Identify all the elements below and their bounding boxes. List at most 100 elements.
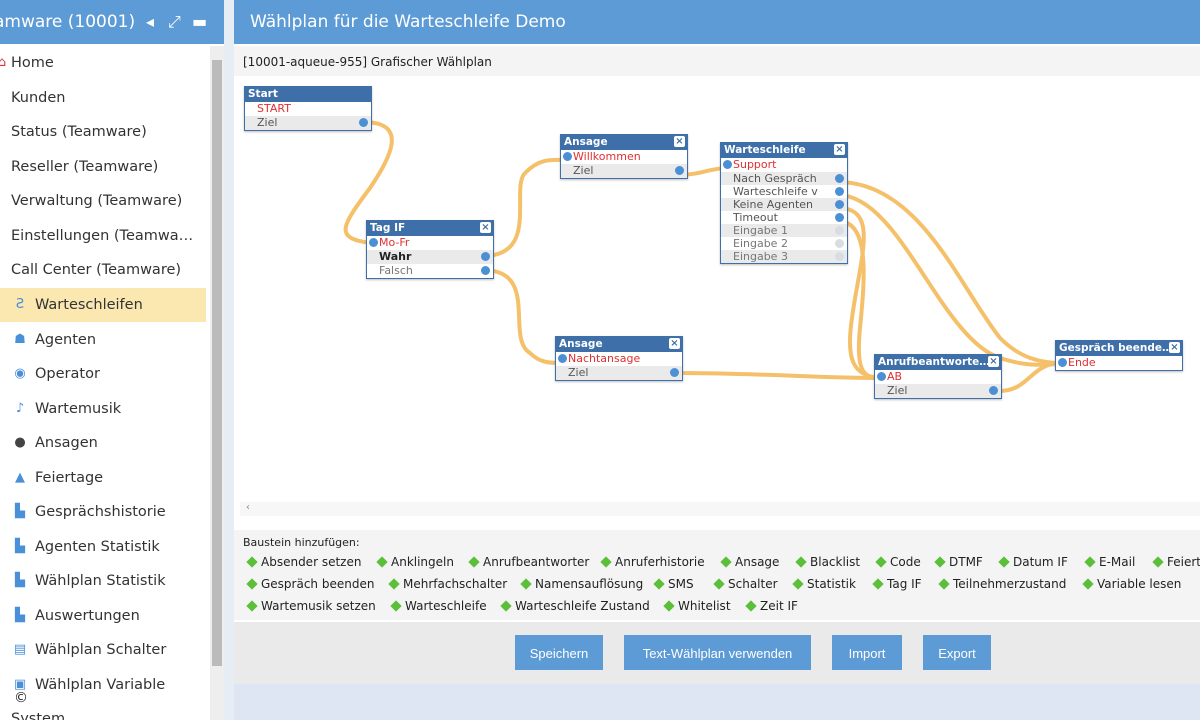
output-port[interactable] (989, 386, 998, 395)
output-port[interactable] (835, 226, 844, 235)
sidebar-item-agenten-statistik[interactable]: ▙ Agenten Statistik (0, 530, 206, 564)
use-text-plan-button[interactable]: Text-Wählplan verwenden (624, 635, 811, 670)
input-port[interactable] (723, 160, 732, 169)
palette-item[interactable]: Anrufbeantworter (468, 554, 589, 570)
close-icon[interactable]: × (988, 356, 999, 367)
sidebar-item-ansagen[interactable]: ● Ansagen (0, 426, 206, 460)
palette-item[interactable]: Statistik (792, 576, 856, 592)
sidebar-item-auswertungen[interactable]: ▙ Auswertungen (0, 599, 206, 633)
sidebar-item-operator[interactable]: ◉ Operator (0, 357, 206, 391)
palette-item[interactable]: Gespräch beenden (246, 576, 374, 592)
palette-item[interactable]: Absender setzen (246, 554, 361, 570)
import-button[interactable]: Import (832, 635, 902, 670)
canvas-horizontal-scrollbar[interactable]: ‹ (240, 502, 1200, 516)
output-port[interactable] (481, 252, 490, 261)
close-icon[interactable]: × (1169, 342, 1180, 353)
node-anrufbeantworter[interactable]: Anrufbeantworte… × AB Ziel (874, 354, 1002, 399)
output-port[interactable] (481, 266, 490, 275)
sidebar-item-einstellungen[interactable]: Einstellungen (Teamwa… (0, 219, 206, 253)
node-start-input: START (257, 102, 291, 115)
palette-item[interactable]: SMS (653, 576, 694, 592)
sidebar-title: amware (10001) (0, 12, 136, 32)
palette-item[interactable]: Wartemusik setzen (246, 598, 376, 614)
sidebar-item-system[interactable]: System (0, 702, 206, 720)
close-icon[interactable]: × (834, 144, 845, 155)
node-ansage-willkommen[interactable]: Ansage × Willkommen Ziel (560, 134, 688, 179)
palette-item[interactable]: Code (875, 554, 921, 570)
palette-item[interactable]: Variable lesen (1082, 576, 1181, 592)
node-tagif-wahr: Wahr (379, 250, 412, 263)
dialplan-canvas[interactable]: Start START Ziel Tag IF × Mo-Fr Wahr Fals… (240, 78, 1200, 518)
sidebar-item-warteschleifen[interactable]: Ƨ Warteschleifen (0, 288, 206, 322)
palette-item[interactable]: DTMF (934, 554, 983, 570)
output-port[interactable] (675, 166, 684, 175)
node-tag-if[interactable]: Tag IF × Mo-Fr Wahr Falsch (366, 220, 494, 279)
palette-item[interactable]: Warteschleife Zustand (500, 598, 650, 614)
output-port[interactable] (670, 368, 679, 377)
palette-item[interactable]: Datum IF (998, 554, 1068, 570)
save-button[interactable]: Speichern (515, 635, 603, 670)
add-block-icon (792, 578, 804, 590)
switch-icon: ▤ (13, 642, 27, 657)
sidebar: amware (10001) ◂ ⤢ ▬ ⌂ Home Kunden Status… (0, 0, 224, 720)
sidebar-item-wartemusik[interactable]: ♪ Wartemusik (0, 392, 206, 426)
output-port[interactable] (835, 174, 844, 183)
sidebar-item-callcenter[interactable]: Call Center (Teamware) (0, 253, 206, 287)
expand-icon[interactable]: ⤢ (168, 0, 181, 44)
palette-item[interactable]: Warteschleife (390, 598, 487, 614)
palette-item[interactable]: Mehrfachschalter (388, 576, 507, 592)
palette-item[interactable]: Anruferhistorie (600, 554, 705, 570)
output-eingabe-2: Eingabe 2 (733, 237, 788, 250)
palette-item[interactable]: Whitelist (663, 598, 731, 614)
node-start[interactable]: Start START Ziel (244, 86, 372, 131)
close-icon[interactable]: × (480, 222, 491, 233)
sidebar-item-feiertage[interactable]: ▲ Feiertage (0, 461, 206, 495)
node-start-output-label: Ziel (245, 116, 371, 130)
node-ansage-nachtansage[interactable]: Ansage × Nachtansage Ziel (555, 336, 683, 381)
palette-item[interactable]: Anklingeln (376, 554, 454, 570)
scroll-left-icon[interactable]: ‹ (246, 502, 250, 513)
sidebar-item-waehlplan-schalter[interactable]: ▤ Wählplan Schalter (0, 633, 206, 667)
output-port[interactable] (835, 200, 844, 209)
sidebar-item-status[interactable]: Status (Teamware) (0, 115, 206, 149)
close-icon[interactable]: × (674, 136, 685, 147)
collapse-left-icon[interactable]: ◂ (146, 0, 154, 44)
palette-item[interactable]: Feiert (1152, 554, 1200, 570)
sidebar-item-waehlplan-statistik[interactable]: ▙ Wählplan Statistik (0, 564, 206, 598)
sidebar-item-agenten[interactable]: ☗ Agenten (0, 323, 206, 357)
input-port[interactable] (369, 238, 378, 247)
sidebar-divider[interactable] (224, 0, 234, 720)
node-tagif-title: Tag IF (370, 222, 406, 234)
sidebar-item-waehlplan-variable[interactable]: ▣ Wählplan Variable (0, 668, 206, 702)
node-warteschleife[interactable]: Warteschleife × Support Nach Gespräch War… (720, 142, 848, 264)
palette-item[interactable]: Ansage (720, 554, 779, 570)
close-icon[interactable]: × (669, 338, 680, 349)
sidebar-item-reseller[interactable]: Reseller (Teamware) (0, 150, 206, 184)
palette-item[interactable]: E-Mail (1084, 554, 1135, 570)
output-port[interactable] (835, 213, 844, 222)
sidebar-item-home[interactable]: ⌂ Home (0, 46, 206, 80)
input-port[interactable] (563, 152, 572, 161)
output-port[interactable] (835, 239, 844, 248)
palette-item[interactable]: Teilnehmerzustand (938, 576, 1066, 592)
palette-item[interactable]: Blacklist (795, 554, 860, 570)
node-gespraech-beenden[interactable]: Gespräch beende… × Ende (1055, 340, 1183, 371)
palette-item[interactable]: Namensauflösung (520, 576, 643, 592)
sidebar-item-verwaltung[interactable]: Verwaltung (Teamware) (0, 184, 206, 218)
minimize-icon[interactable]: ▬ (192, 0, 207, 44)
input-port[interactable] (877, 372, 886, 381)
palette-item[interactable]: Tag IF (872, 576, 922, 592)
output-port[interactable] (359, 118, 368, 127)
output-port[interactable] (835, 187, 844, 196)
export-button[interactable]: Export (923, 635, 991, 670)
sidebar-scrollbar-thumb[interactable] (212, 60, 222, 666)
palette-item[interactable]: Zeit IF (745, 598, 798, 614)
connector-falsch-ansage (481, 268, 564, 365)
input-port[interactable] (1058, 358, 1067, 367)
sidebar-nav: ⌂ Home Kunden Status (Teamware) Reseller … (0, 46, 208, 720)
sidebar-item-gespraechshistorie[interactable]: ▙ Gesprächshistorie (0, 495, 206, 529)
input-port[interactable] (558, 354, 567, 363)
output-port[interactable] (835, 252, 844, 261)
palette-item[interactable]: Schalter (713, 576, 778, 592)
sidebar-item-kunden[interactable]: Kunden (0, 81, 206, 115)
